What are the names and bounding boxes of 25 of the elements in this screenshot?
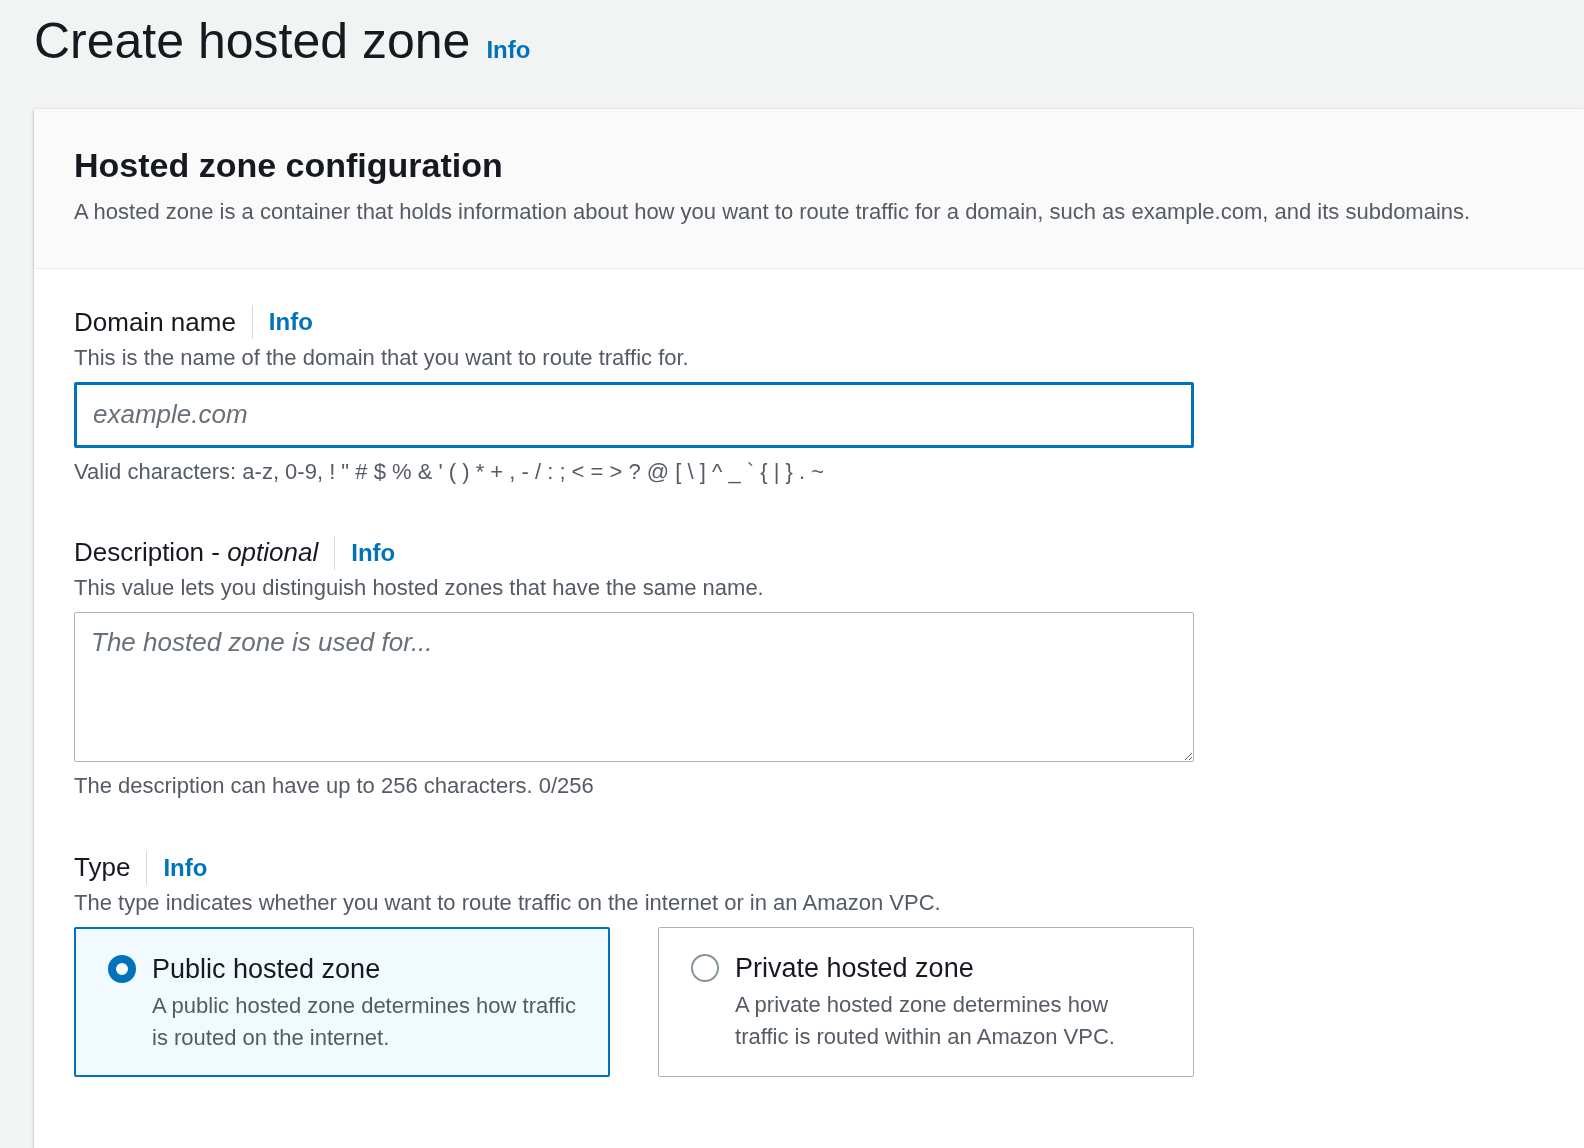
info-link[interactable]: Info (163, 849, 208, 886)
info-link[interactable]: Info (486, 31, 531, 68)
domain-name-field[interactable]: example.com (74, 381, 1194, 448)
tile-description: A private hosted zone determines how traffic is routed within an Amazon VPC. (735, 990, 1116, 1051)
section-description: A hosted zone is a container that holds information about how you want to route traffic for a domain, such as example.com, and its subdomains. (74, 197, 1472, 226)
field-label: Domain name (74, 305, 236, 339)
tile-label: Public hosted zone (152, 953, 382, 987)
field-description: This value lets you distinguish hosted zones that have the same name. (74, 574, 765, 603)
description-field[interactable]: The hosted zone is used for... (74, 612, 1194, 763)
tile-description: A public hosted zone determines how traffic is routed on the internet. (152, 991, 577, 1052)
field-label: Description - optional (74, 536, 319, 570)
page-title: Create hosted zone (34, 14, 471, 69)
info-link[interactable]: Info (351, 534, 396, 571)
field-constraint-text: Valid characters: a-z, 0-9, ! " # $ % & ' ( ) * + , - / : ; < = > ? @ [ \ ] ^ _ ` { | } . ~ (74, 457, 825, 486)
section-title: Hosted zone configuration (74, 145, 504, 186)
radio-tile[interactable]: Private hosted zone A private hosted zone determines how traffic is routed within an Amazon VPC. (658, 927, 1194, 1078)
radio-button[interactable] (108, 955, 136, 984)
tile-label: Private hosted zone (735, 952, 975, 986)
field-description: The type indicates whether you want to route traffic on the internet or in an Amazon VPC. (74, 889, 942, 918)
info-link[interactable]: Info (268, 304, 313, 341)
radio-tile[interactable]: Public hosted zone A public hosted zone determines how traffic is routed on the internet. (74, 927, 610, 1078)
radio-button[interactable] (691, 954, 719, 983)
field-constraint-text: The description can have up to 256 characters. 0/256 (74, 772, 595, 801)
field-label: Type (74, 851, 131, 885)
field-description: This is the name of the domain that you want to route traffic for. (74, 343, 690, 372)
